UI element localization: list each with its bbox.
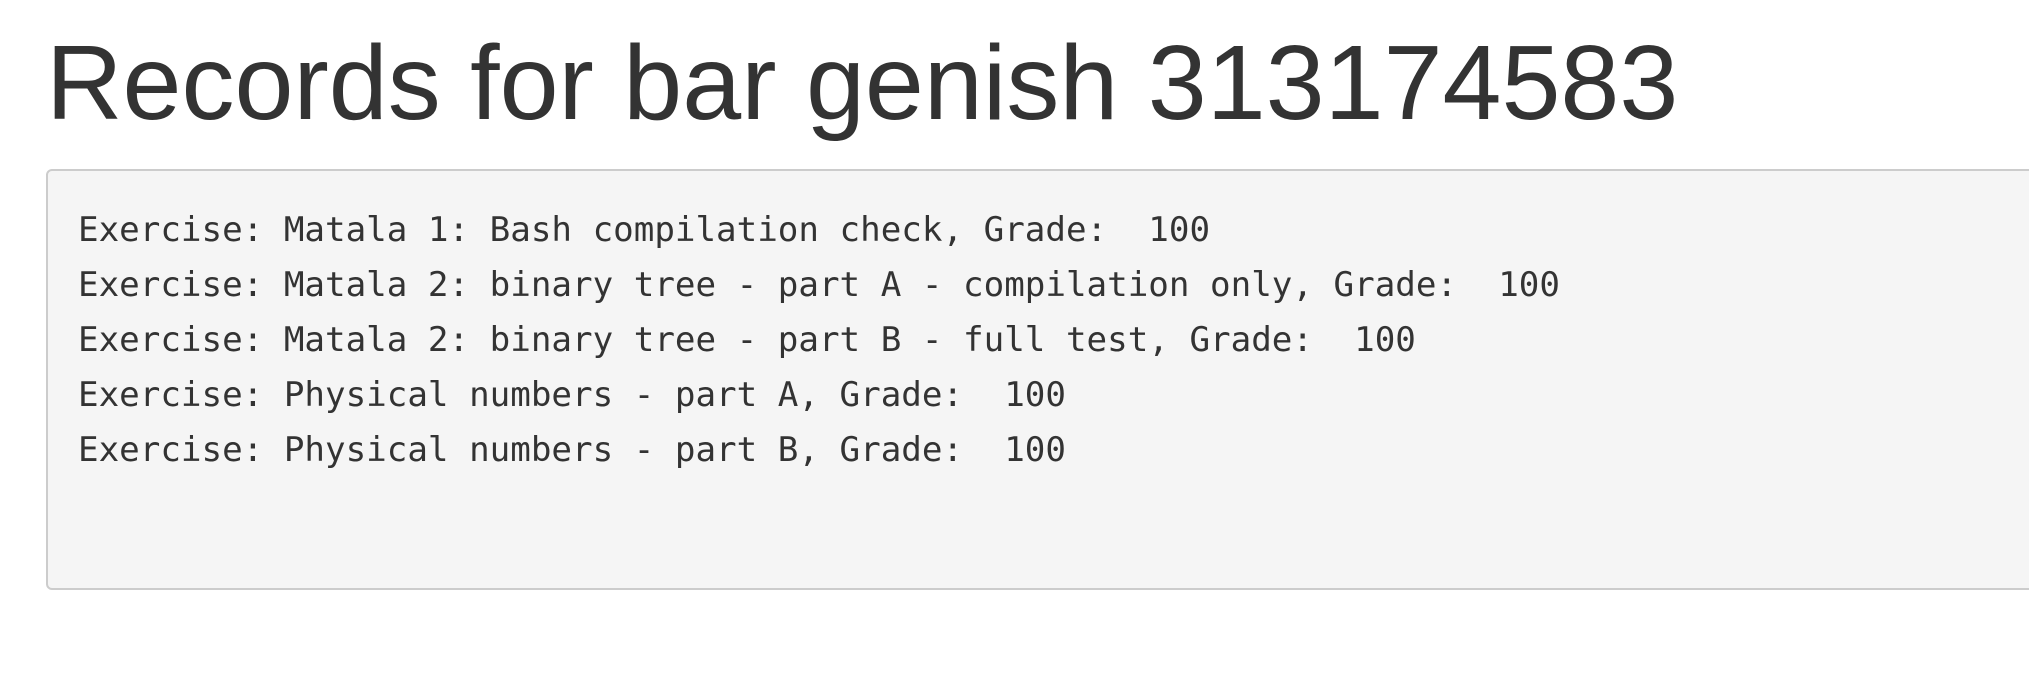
record-line: Exercise: Physical numbers - part A, Gra… xyxy=(78,375,1066,415)
record-line: Exercise: Physical numbers - part B, Gra… xyxy=(78,430,1066,470)
record-line: Exercise: Matala 2: binary tree - part B… xyxy=(78,320,1416,360)
record-line: Exercise: Matala 2: binary tree - part A… xyxy=(78,265,1560,305)
records-list: Exercise: Matala 1: Bash compilation che… xyxy=(78,203,1560,478)
records-box: Exercise: Matala 1: Bash compilation che… xyxy=(46,169,2029,590)
page-title: Records for bar genish 313174583 xyxy=(46,24,1679,142)
page: Records for bar genish 313174583 Exercis… xyxy=(0,0,2029,675)
record-line: Exercise: Matala 1: Bash compilation che… xyxy=(78,210,1211,250)
